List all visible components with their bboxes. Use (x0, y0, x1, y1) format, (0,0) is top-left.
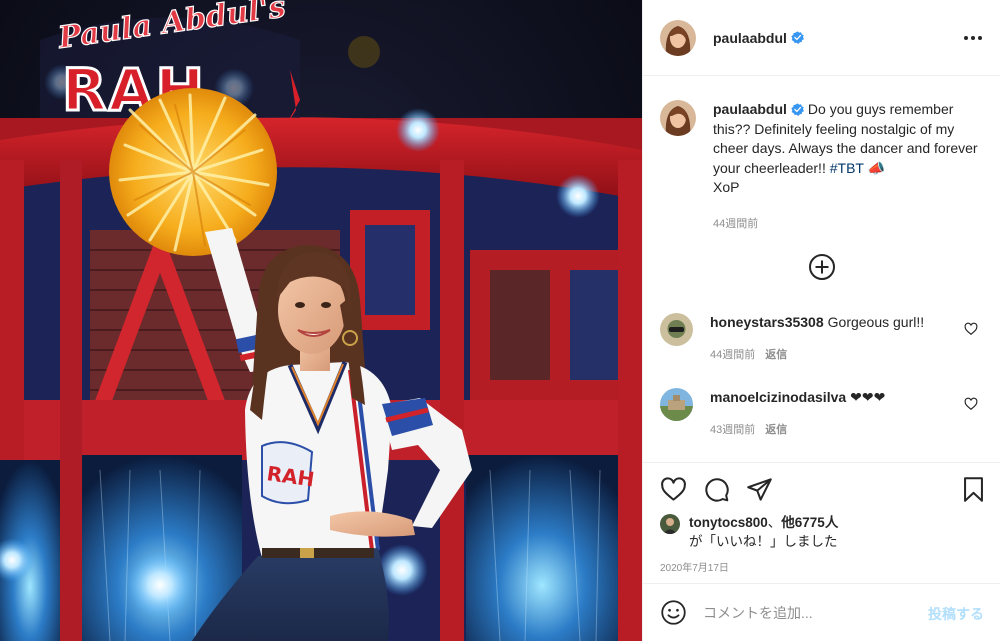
caption-signoff: XoP (713, 179, 740, 195)
likes-others-count[interactable]: 他6775人 (781, 515, 838, 530)
post-header: paulaabdul (643, 0, 1000, 76)
comment-body: honeystars35308 Gorgeous gurl!! 44週間前 返信 (710, 313, 950, 362)
post-date[interactable]: 2020年7月17日 (660, 559, 729, 574)
author-username[interactable]: paulaabdul (713, 30, 787, 46)
comment-time[interactable]: 43週間前 (710, 424, 755, 436)
author-avatar[interactable] (660, 19, 696, 56)
reply-button[interactable]: 返信 (765, 424, 787, 436)
bookmark-icon[interactable] (960, 476, 987, 503)
comment-username[interactable]: honeystars35308 (710, 314, 824, 330)
post-caption: paulaabdul Do you guys remember this?? D… (660, 100, 985, 234)
plus-circle-icon[interactable] (808, 253, 836, 281)
commenter-avatar-image (660, 313, 693, 346)
commenter-avatar[interactable] (660, 388, 693, 421)
post-photo-illustration: Paula Abdul's RAH RAH (0, 0, 642, 641)
post-image[interactable]: Paula Abdul's RAH RAH (0, 0, 642, 641)
smiley-icon[interactable] (660, 599, 687, 626)
caption-avatar[interactable] (660, 100, 696, 136)
liker-avatar-image (660, 514, 680, 534)
comment-item: honeystars35308 Gorgeous gurl!! 44週間前 返信 (660, 313, 990, 362)
pom-pom (109, 88, 277, 256)
likes-separator: 、 (767, 515, 782, 530)
liker-username[interactable]: tonytocs800 (689, 515, 768, 530)
caption-username[interactable]: paulaabdul (713, 101, 787, 117)
post-actions: tonytocs800、他6775人 が「いいね！」しました 2020年7月17… (643, 462, 1000, 582)
share-icon[interactable] (746, 476, 773, 503)
add-comment-bar: 投稿する (643, 583, 1000, 641)
comment-body: manoelcizinodasilva ❤❤❤ 43週間前 返信 (710, 388, 950, 437)
comment-input[interactable] (703, 604, 913, 621)
commenter-avatar[interactable] (660, 313, 693, 346)
likes-text: tonytocs800、他6775人 が「いいね！」しました (689, 513, 838, 551)
caption-emoji: 📣 (867, 159, 886, 176)
likes-suffix: が「いいね！」しました (689, 534, 838, 549)
comment-text: Gorgeous gurl!! (827, 314, 925, 330)
more-horizontal-icon[interactable] (961, 26, 985, 50)
caption-verified-badge-icon (791, 103, 804, 116)
caption-time[interactable]: 44週間前 (713, 215, 983, 235)
comment-time[interactable]: 44週間前 (710, 349, 755, 361)
comment-icon[interactable] (703, 476, 730, 503)
comment-like-heart-icon[interactable] (964, 397, 978, 411)
post-modal: Paula Abdul's RAH RAH paulaabdul paulaab… (0, 0, 1000, 641)
comment-like-heart-icon[interactable] (964, 322, 978, 336)
avatar-image (660, 19, 696, 56)
reply-button[interactable]: 返信 (765, 349, 787, 361)
caption-avatar-image (660, 100, 696, 136)
heart-icon[interactable] (660, 476, 687, 503)
comment-text: ❤❤❤ (850, 389, 886, 405)
post-comment-button[interactable]: 投稿する (928, 604, 984, 624)
commenter-avatar-image (660, 388, 693, 421)
caption-hashtag[interactable]: #TBT (830, 160, 864, 176)
caption-text-block: paulaabdul Do you guys remember this?? D… (713, 100, 983, 234)
comment-username[interactable]: manoelcizinodasilva (710, 389, 846, 405)
post-side-panel: paulaabdul paulaabdul Do you guys rememb… (642, 0, 1000, 641)
verified-badge-icon (791, 31, 804, 44)
likes-summary: tonytocs800、他6775人 が「いいね！」しました (660, 513, 838, 551)
liker-avatar[interactable] (660, 514, 680, 534)
comment-item: manoelcizinodasilva ❤❤❤ 43週間前 返信 (660, 388, 990, 437)
